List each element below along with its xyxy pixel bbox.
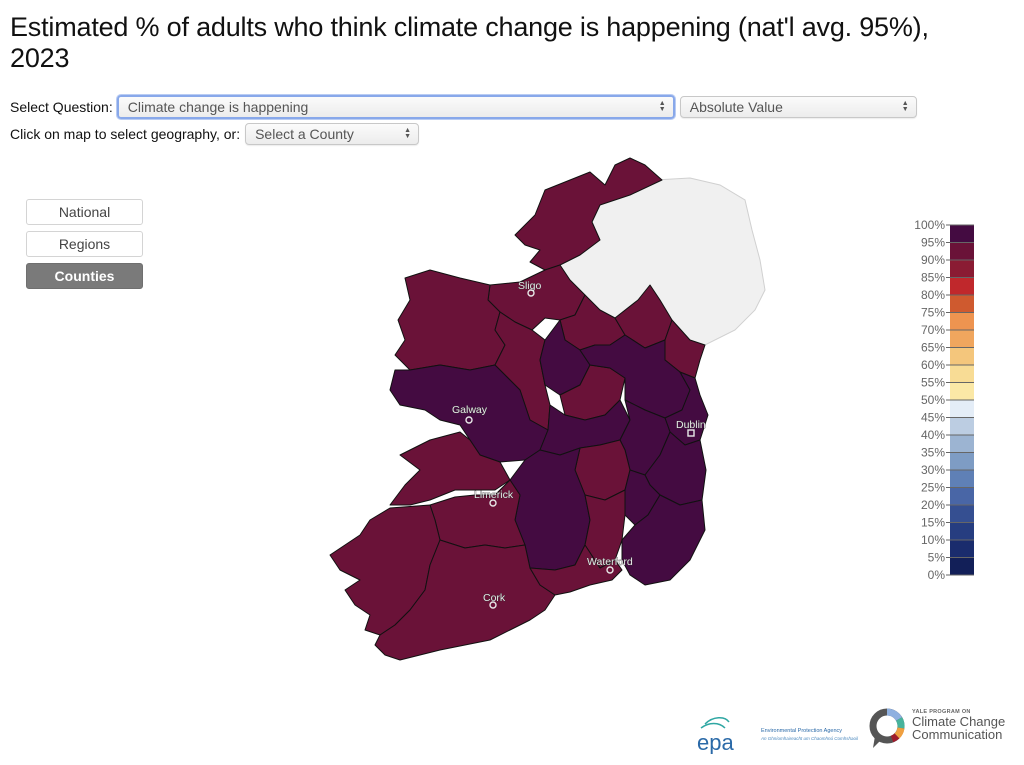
legend-band — [950, 557, 974, 575]
question-row: Select Question: Climate change is happe… — [10, 95, 917, 119]
legend-tick-label: 95% — [921, 236, 945, 250]
legend-tick-label: 100% — [914, 218, 945, 232]
legend-band — [950, 540, 974, 558]
legend-tick-label: 65% — [921, 341, 945, 355]
footer-logos: epa Environmental Protection Agency An G… — [695, 700, 1015, 760]
national-button[interactable]: National — [26, 199, 143, 225]
legend-band — [950, 470, 974, 488]
legend-band — [950, 330, 974, 348]
legend-band — [950, 452, 974, 470]
epa-wordmark: epa — [697, 730, 734, 754]
county-mayo[interactable] — [394, 269, 506, 371]
legend-band — [950, 522, 974, 540]
legend-tick-label: 35% — [921, 446, 945, 460]
legend-tick-label: 85% — [921, 271, 945, 285]
geography-label: Click on map to select geography, or: — [10, 126, 241, 142]
yale-ycc-logo-icon — [869, 708, 905, 748]
legend-tick-label: 55% — [921, 376, 945, 390]
city-label-waterford: Waterford — [587, 556, 633, 568]
select-arrows-icon: ▲ ▼ — [901, 100, 909, 113]
legend-tick-label: 10% — [921, 533, 945, 547]
legend-band — [950, 312, 974, 330]
legend-band — [950, 505, 974, 523]
legend-tick-label: 30% — [921, 463, 945, 477]
epa-name-english: Environmental Protection Agency — [761, 728, 843, 734]
legend-tick-label: 50% — [921, 393, 945, 407]
color-legend: 100% 95% 90% 85% 80% 75% 70% 65% 60% 55% 50% 45% 40%… — [914, 218, 974, 582]
ireland-county-map[interactable]: Sligo Galway Dublin Limerick Waterford C… — [300, 150, 800, 670]
legend-band — [950, 277, 974, 295]
legend-band — [950, 365, 974, 383]
legend-tick-label: 90% — [921, 253, 945, 267]
legend-tick-label: 20% — [921, 498, 945, 512]
select-arrows-icon: ▲ ▼ — [404, 127, 412, 140]
question-select[interactable]: Climate change is happening ▲ ▼ — [116, 95, 675, 119]
legend-tick-label: 80% — [921, 288, 945, 302]
legend-band — [950, 242, 974, 260]
counties-button[interactable]: Counties — [26, 263, 143, 289]
epa-logo-icon: epa — [697, 717, 734, 754]
legend-tick-label: 75% — [921, 306, 945, 320]
geography-row: Click on map to select geography, or: Se… — [10, 123, 420, 145]
value-mode-select[interactable]: Absolute Value ▲ ▼ — [679, 96, 917, 118]
yale-program-line2: Communication — [912, 727, 1003, 742]
legend-tick-label: 25% — [921, 481, 945, 495]
legend-tick-label: 15% — [921, 516, 945, 530]
city-label-limerick: Limerick — [474, 489, 514, 501]
legend-tick-label: 40% — [921, 428, 945, 442]
regions-button[interactable]: Regions — [26, 231, 143, 257]
question-select-value: Climate change is happening — [127, 99, 309, 115]
city-label-galway: Galway — [452, 404, 488, 416]
legend-band — [950, 417, 974, 435]
legend-band — [950, 382, 974, 400]
legend-band — [950, 400, 974, 418]
legend-band — [950, 295, 974, 313]
legend-band — [950, 260, 974, 278]
legend-tick-label: 45% — [921, 411, 945, 425]
epa-name: Environmental Protection Agency An Ghnío… — [761, 728, 858, 742]
city-label-dublin: Dublin — [676, 419, 706, 431]
legend-band — [950, 225, 974, 243]
legend-tick-label: 60% — [921, 358, 945, 372]
value-mode-select-value: Absolute Value — [689, 99, 783, 115]
legend-tick-label: 70% — [921, 323, 945, 337]
legend-tick-label: 0% — [928, 568, 946, 582]
legend-band — [950, 347, 974, 365]
legend-tick-label: 5% — [928, 551, 946, 565]
epa-name-irish: An Ghníomhaireacht um Chaomhnú Comhshaoi… — [761, 736, 859, 741]
select-arrows-icon: ▲ ▼ — [658, 100, 666, 113]
legend-band — [950, 435, 974, 453]
yale-program-name: YALE PROGRAM ON Climate Change Communica… — [912, 709, 1005, 741]
county-select[interactable]: Select a County ▲ ▼ — [245, 123, 420, 145]
legend-band — [950, 487, 974, 505]
page-title: Estimated % of adults who think climate … — [10, 12, 929, 73]
question-label: Select Question: — [10, 99, 113, 115]
county-select-value: Select a County — [255, 126, 354, 142]
